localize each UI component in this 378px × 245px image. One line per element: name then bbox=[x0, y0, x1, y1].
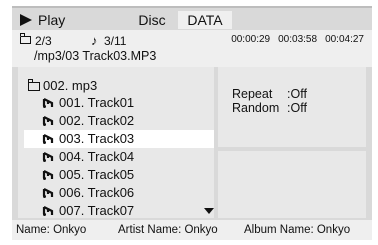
tab-disc-label: Disc bbox=[138, 12, 166, 28]
track-label: 003. Track03 bbox=[59, 131, 135, 146]
folder-row[interactable]: 002. mp3 bbox=[27, 77, 98, 93]
file-path: /mp3/03 Track03.MP3 bbox=[34, 49, 157, 63]
track-label: 004. Track04 bbox=[59, 149, 135, 164]
audio-file-icon bbox=[42, 98, 54, 108]
audio-file-icon bbox=[42, 134, 54, 144]
list-item[interactable]: 004. Track04 bbox=[18, 148, 214, 166]
time-remaining: 00:03:58 bbox=[278, 34, 318, 45]
time-readout: 00:00:29 00:03:58 00:04:27 bbox=[231, 34, 364, 45]
audio-file-icon bbox=[42, 188, 54, 198]
time-total: 00:04:27 bbox=[325, 34, 364, 45]
empty-panel bbox=[218, 151, 366, 218]
audio-file-icon bbox=[42, 152, 54, 162]
player-window: Play Disc DATA 2/3 ♪ 3/11 00:00:29 00:03… bbox=[12, 6, 372, 240]
info-bar: 2/3 ♪ 3/11 00:00:29 00:03:58 00:04:27 /m… bbox=[12, 30, 372, 67]
list-item[interactable]: 001. Track01 bbox=[18, 94, 214, 112]
play-icon bbox=[20, 14, 32, 26]
random-value: :Off bbox=[287, 101, 307, 115]
track-name: Name: Onkyo bbox=[16, 224, 87, 236]
track-count: 3/11 bbox=[104, 34, 127, 48]
list-item-selected[interactable]: 003. Track03 bbox=[24, 130, 214, 148]
repeat-value: :Off bbox=[287, 87, 307, 101]
file-browser[interactable]: 002. mp3 001. Track01 002. Track02 003. … bbox=[18, 67, 214, 218]
list-item[interactable]: 007. Track07 bbox=[18, 202, 214, 220]
list-item[interactable]: 002. Track02 bbox=[18, 112, 214, 130]
header-bar: Play Disc DATA bbox=[12, 8, 372, 30]
time-elapsed: 00:00:29 bbox=[231, 34, 271, 45]
random-label: Random bbox=[232, 101, 280, 115]
play-status[interactable]: Play bbox=[20, 11, 65, 29]
repeat-label: Repeat bbox=[232, 87, 273, 101]
audio-file-icon bbox=[42, 206, 54, 216]
tab-disc[interactable]: Disc bbox=[128, 11, 176, 29]
tab-data[interactable]: DATA bbox=[178, 11, 232, 29]
audio-file-icon bbox=[42, 170, 54, 180]
folder-icon bbox=[19, 33, 31, 44]
settings-panel: Repeat :Off Random :Off bbox=[218, 67, 366, 147]
artist-name: Artist Name: Onkyo bbox=[118, 224, 218, 236]
folder-name: 002. mp3 bbox=[43, 77, 98, 93]
scroll-down-icon[interactable] bbox=[204, 208, 214, 214]
tab-data-label: DATA bbox=[187, 12, 223, 28]
album-name: Album Name: Onkyo bbox=[244, 224, 351, 236]
list-item[interactable]: 006. Track06 bbox=[18, 184, 214, 202]
audio-file-icon bbox=[42, 116, 54, 126]
info-row: 2/3 ♪ 3/11 00:00:29 00:03:58 00:04:27 bbox=[19, 33, 364, 48]
play-label: Play bbox=[38, 12, 66, 28]
track-label: 005. Track05 bbox=[59, 167, 135, 182]
metadata-footer: Name: Onkyo Artist Name: Onkyo Album Nam… bbox=[12, 220, 372, 240]
track-label: 007. Track07 bbox=[59, 203, 135, 218]
track-label: 001. Track01 bbox=[59, 95, 135, 110]
track-label: 006. Track06 bbox=[59, 185, 135, 200]
track-label: 002. Track02 bbox=[59, 113, 135, 128]
music-note-icon: ♪ bbox=[91, 33, 98, 48]
folder-count: 2/3 bbox=[35, 34, 52, 48]
list-item[interactable]: 005. Track05 bbox=[18, 166, 214, 184]
folder-icon bbox=[27, 78, 40, 91]
